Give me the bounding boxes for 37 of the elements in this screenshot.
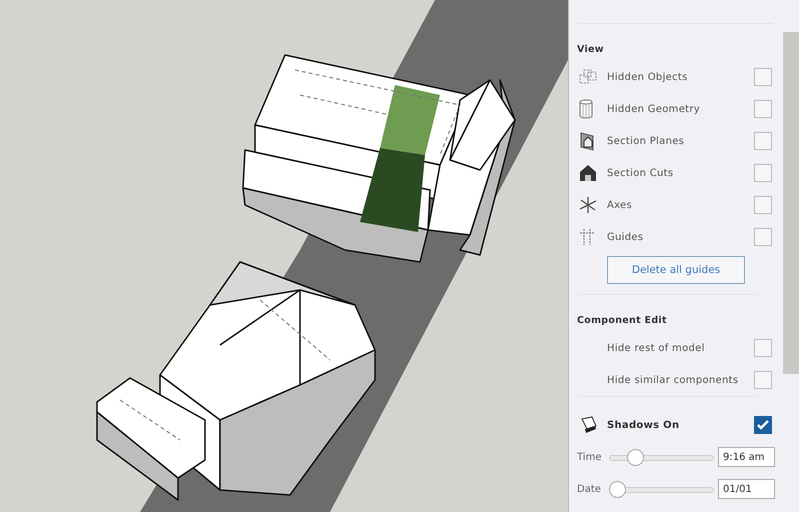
house-cut-icon [579,164,597,182]
option-label: Hide similar components [607,374,740,386]
checkbox[interactable] [754,228,772,246]
option-label: Section Planes [607,136,686,146]
checkbox[interactable] [754,68,772,86]
option-label: Hide rest of model [607,342,706,354]
checkbox[interactable] [754,416,772,434]
option-label: Axes [607,200,634,210]
section-title: Component Edit [576,314,668,328]
option-label: Guides [607,232,644,242]
delete-guides-button[interactable]: Delete all guides [607,256,745,284]
checkbox[interactable] [754,196,772,214]
slider-track[interactable] [609,480,714,498]
shadows-label: Shadows On [607,420,680,430]
slider-thumb[interactable] [609,480,626,498]
checkbox[interactable] [754,132,772,150]
value-field[interactable]: 01/01 [718,479,775,499]
cubes-icon [579,69,599,85]
slider-track[interactable] [609,448,714,466]
slider-label: Date [577,484,602,494]
shadow-icon [579,416,599,434]
guides-icon [579,228,595,246]
slider-thumb[interactable] [626,448,644,466]
cylinder-icon [579,99,593,119]
option-label: Section Cuts [607,168,674,178]
section-title: View [576,43,605,57]
option-label: Hidden Objects [607,72,689,82]
checkbox[interactable] [754,164,772,182]
option-label: Hidden Geometry [607,104,702,114]
checkbox[interactable] [754,371,772,389]
value-field[interactable]: 9:16 am [718,447,775,467]
model-viewport[interactable] [0,0,568,512]
checkbox[interactable] [754,100,772,118]
checkbox[interactable] [754,339,772,357]
scrollbar[interactable] [783,32,799,374]
slider-label: Time [577,452,602,462]
axes-icon [579,196,597,214]
